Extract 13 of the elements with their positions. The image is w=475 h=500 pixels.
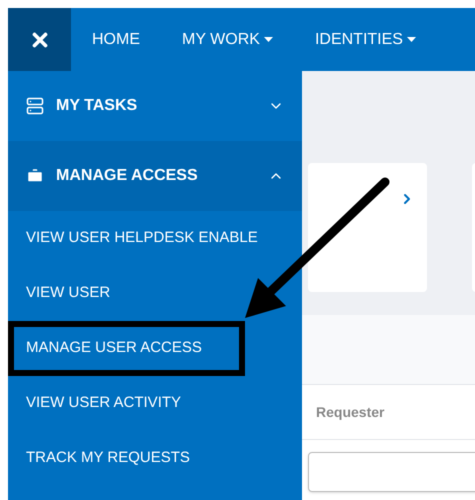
column-header: Requester bbox=[316, 402, 384, 422]
nav-link[interactable]: MY WORK bbox=[161, 8, 294, 71]
nav-link[interactable]: IDENTITIES bbox=[294, 8, 437, 71]
sidebar-item[interactable]: VIEW USER ACTIVITY bbox=[8, 376, 302, 431]
sidebar-section[interactable]: MANAGE ACCESS bbox=[8, 141, 302, 211]
nav-link[interactable]: HOME bbox=[71, 8, 161, 71]
sidebar-item[interactable]: VIEW USER HELPDESK ENABLE bbox=[8, 211, 302, 266]
filter-field[interactable] bbox=[308, 452, 475, 492]
sidebar-item[interactable]: TRACK MY REQUESTS bbox=[8, 431, 302, 486]
sidebar-item[interactable]: MANAGE USER ACCESS bbox=[8, 321, 245, 376]
close-button[interactable] bbox=[8, 8, 71, 71]
sidebar-item[interactable]: VIEW USER bbox=[8, 266, 302, 321]
list-icon bbox=[26, 97, 44, 115]
